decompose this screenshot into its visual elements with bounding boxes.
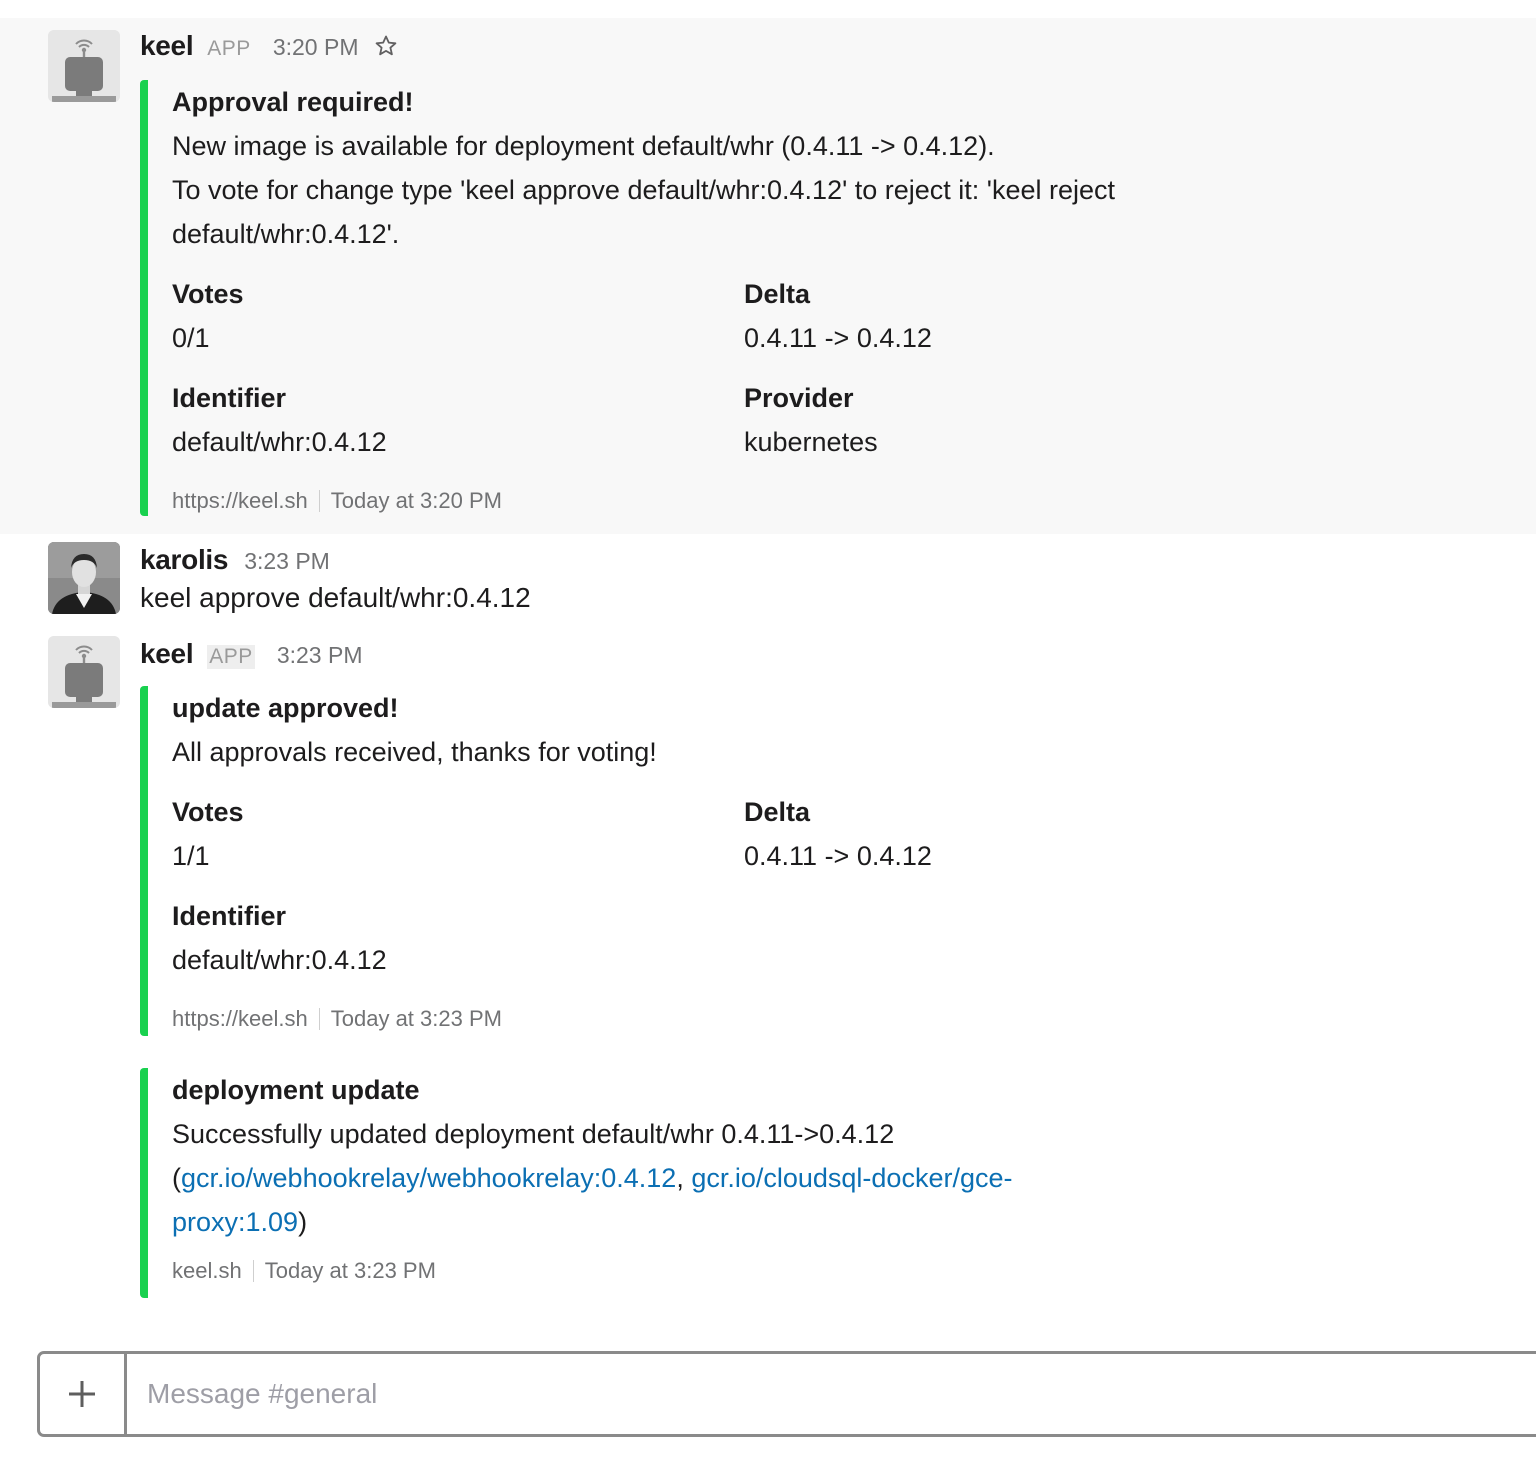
field-delta: Delta 0.4.11 -> 0.4.12 [744, 272, 1316, 360]
robot-icon [48, 30, 120, 102]
footer-source: https://keel.sh [172, 488, 308, 513]
image-link-gce-proxy[interactable]: gcr.io/cloudsql-docker/gce- [691, 1163, 1012, 1193]
attachment-text-line: New image is available for deployment de… [172, 131, 995, 161]
message-karolis: karolis 3:23 PM keel approve default/whr… [0, 534, 1536, 634]
karolis-avatar[interactable] [48, 542, 120, 614]
field-label: Votes [172, 797, 244, 827]
message-header: karolis 3:23 PM [140, 544, 330, 576]
username[interactable]: keel [140, 30, 194, 62]
footer-source: keel.sh [172, 1258, 242, 1283]
field-label: Delta [744, 279, 811, 309]
app-badge: APP [207, 645, 255, 669]
message-composer [37, 1351, 1536, 1437]
attachment-footer: https://keel.sh Today at 3:23 PM [172, 1004, 1316, 1034]
username[interactable]: karolis [140, 544, 228, 576]
attachment-fields: Votes 0/1 Delta 0.4.11 -> 0.4.12 Identif… [172, 272, 1316, 480]
chat-window: keel APP 3:20 PM Approval required! New … [0, 0, 1536, 1474]
field-label: Identifier [172, 383, 287, 413]
field-provider: Provider kubernetes [744, 376, 1316, 464]
attachment-title: update approved! [172, 693, 399, 723]
image-link-webhookrelay[interactable]: gcr.io/webhookrelay/webhookrelay:0.4.12 [181, 1163, 676, 1193]
attachment-text-line: To vote for change type 'keel approve de… [172, 175, 1115, 205]
field-label: Votes [172, 279, 244, 309]
attachment-footer: https://keel.sh Today at 3:20 PM [172, 486, 1316, 516]
attachment-title: deployment update [172, 1075, 420, 1105]
field-label: Identifier [172, 901, 287, 931]
field-votes: Votes 0/1 [172, 272, 744, 360]
keel-bot-avatar[interactable] [48, 30, 120, 102]
plus-icon [69, 1381, 95, 1407]
message-input[interactable] [127, 1354, 1536, 1434]
attachment-footer: keel.sh Today at 3:23 PM [172, 1256, 1012, 1286]
message-timestamp[interactable]: 3:23 PM [277, 642, 363, 669]
message-keel-approval: keel APP 3:20 PM Approval required! New … [0, 18, 1536, 534]
attachment-text-line: default/whr:0.4.12'. [172, 219, 400, 249]
username[interactable]: keel [140, 638, 194, 670]
field-delta: Delta 0.4.11 -> 0.4.12 [744, 790, 1316, 878]
message-text: keel approve default/whr:0.4.12 [140, 582, 531, 613]
app-badge: APP [207, 37, 251, 60]
approval-attachment: Approval required! New image is availabl… [140, 80, 1316, 516]
deployment-update-attachment: deployment update Successfully updated d… [140, 1068, 1012, 1298]
attachment-text-line: Successfully updated deployment default/… [172, 1119, 895, 1149]
star-icon[interactable] [374, 34, 398, 58]
field-value: 0.4.11 -> 0.4.12 [744, 323, 932, 353]
field-value: 0/1 [172, 323, 210, 353]
field-label: Delta [744, 797, 811, 827]
attachment-text-line: (gcr.io/webhookrelay/webhookrelay:0.4.12… [172, 1156, 1012, 1200]
field-identifier: Identifier default/whr:0.4.12 [172, 376, 744, 464]
keel-bot-avatar[interactable] [48, 636, 120, 708]
attachment-text-line: proxy:1.09) [172, 1200, 1012, 1244]
footer-separator [318, 1008, 320, 1030]
image-link-gce-proxy-cont[interactable]: proxy:1.09 [172, 1207, 298, 1237]
field-value: default/whr:0.4.12 [172, 945, 387, 975]
footer-timestamp[interactable]: Today at 3:23 PM [265, 1256, 436, 1286]
approved-attachment: update approved! All approvals received,… [140, 686, 1316, 1036]
field-votes: Votes 1/1 [172, 790, 744, 878]
attachment-title: Approval required! [172, 87, 414, 117]
footer-source: https://keel.sh [172, 1006, 308, 1031]
message-header: keel APP 3:23 PM [140, 638, 362, 670]
field-label: Provider [744, 383, 854, 413]
attachment-text-line: All approvals received, thanks for votin… [172, 737, 657, 767]
footer-separator [252, 1260, 254, 1282]
link-comma: , [676, 1163, 692, 1193]
field-value: default/whr:0.4.12 [172, 427, 387, 457]
field-value: 1/1 [172, 841, 210, 871]
footer-timestamp[interactable]: Today at 3:20 PM [331, 486, 502, 516]
close-paren: ) [298, 1207, 308, 1237]
attachment-text: Successfully updated deployment default/… [172, 1112, 1012, 1244]
message-keel-approved: keel APP 3:23 PM update approved! All ap… [0, 634, 1536, 1324]
message-header: keel APP 3:20 PM [140, 30, 398, 62]
footer-separator [318, 490, 320, 512]
field-value: 0.4.11 -> 0.4.12 [744, 841, 932, 871]
robot-icon [48, 636, 120, 708]
attachment-fields: Votes 1/1 Delta 0.4.11 -> 0.4.12 Identif… [172, 790, 1316, 998]
attachment-text: All approvals received, thanks for votin… [172, 730, 1316, 774]
user-photo-icon [48, 542, 120, 614]
attachment-text: New image is available for deployment de… [172, 124, 1316, 256]
footer-timestamp[interactable]: Today at 3:23 PM [331, 1004, 502, 1034]
field-value: kubernetes [744, 427, 878, 457]
open-paren: ( [172, 1163, 181, 1193]
message-timestamp[interactable]: 3:20 PM [273, 34, 359, 61]
message-timestamp[interactable]: 3:23 PM [244, 548, 330, 575]
field-identifier: Identifier default/whr:0.4.12 [172, 894, 744, 982]
add-attachment-button[interactable] [40, 1354, 127, 1434]
